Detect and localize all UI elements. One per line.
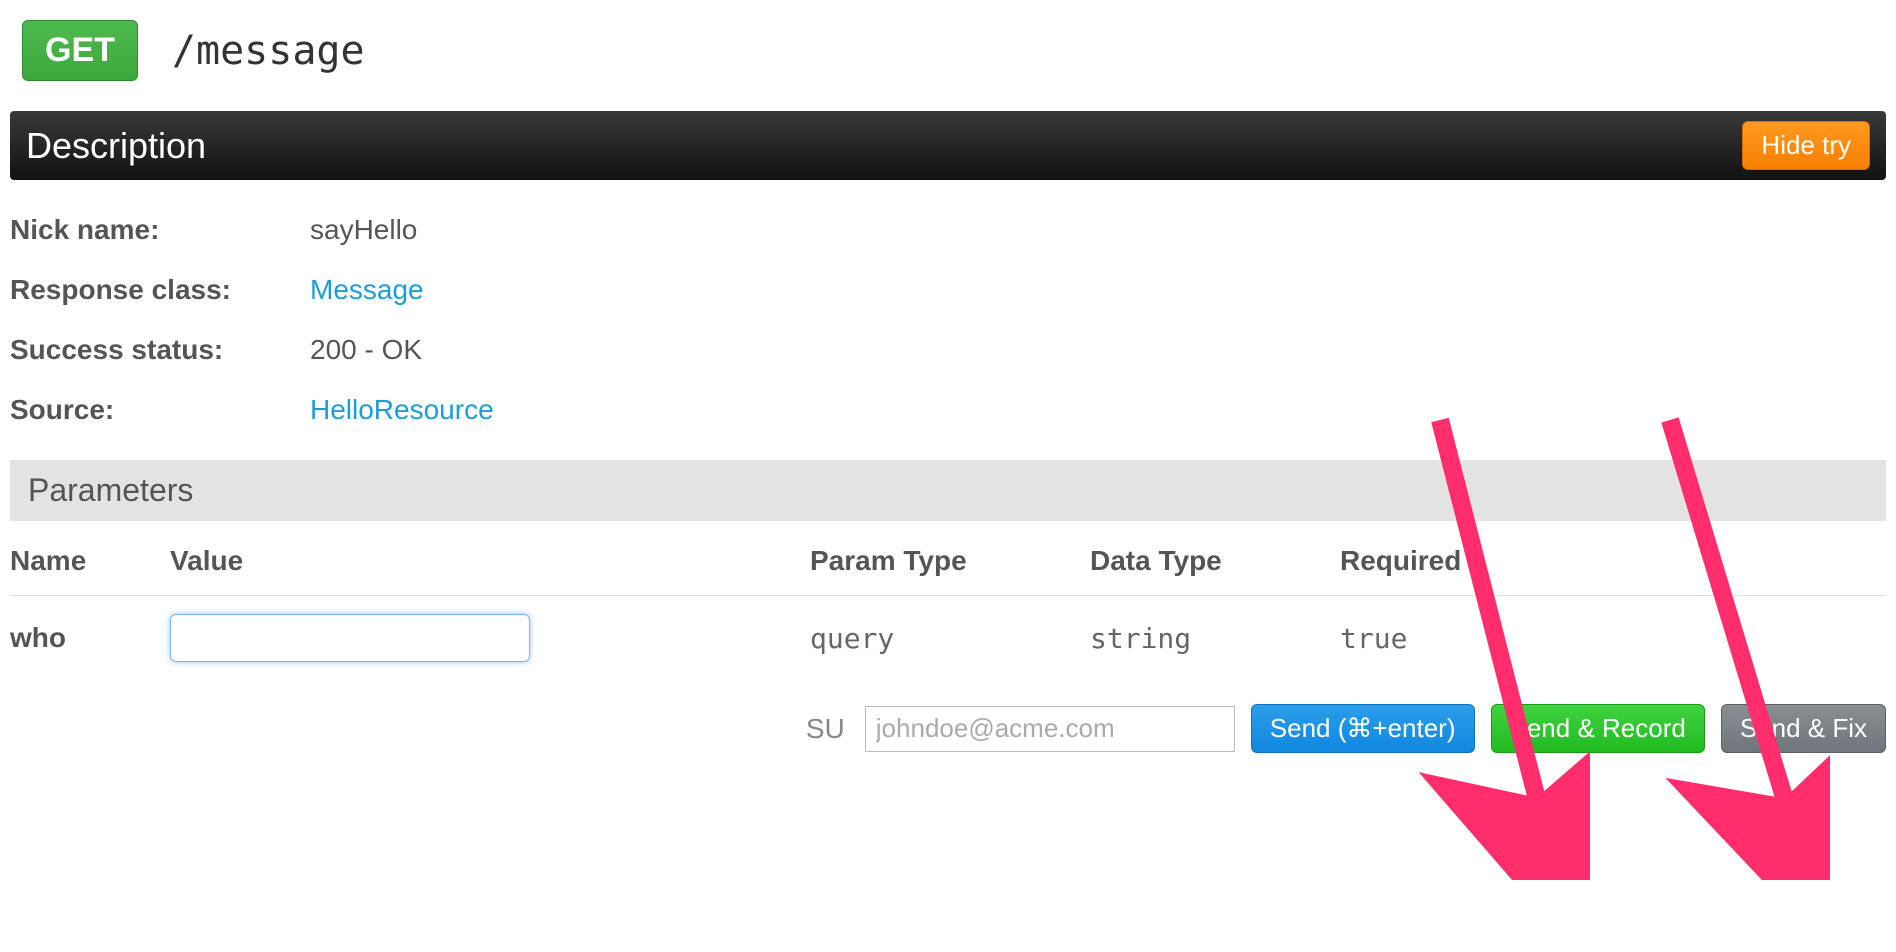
endpoint-header: GET /message xyxy=(10,0,1886,111)
param-name: who xyxy=(10,622,66,653)
success-status-label: Success status: xyxy=(10,334,310,366)
col-data-type: Data Type xyxy=(1090,527,1340,596)
hide-try-button[interactable]: Hide try xyxy=(1742,121,1870,170)
endpoint-path: /message xyxy=(172,28,365,74)
response-class-link[interactable]: Message xyxy=(310,274,424,306)
table-row: who query string true xyxy=(10,596,1886,681)
col-value: Value xyxy=(170,527,810,596)
nick-name-value: sayHello xyxy=(310,214,417,246)
col-name: Name xyxy=(10,527,170,596)
description-list: Nick name: sayHello Response class: Mess… xyxy=(10,180,1886,460)
http-method-badge: GET xyxy=(22,20,138,81)
parameters-title: Parameters xyxy=(28,472,193,508)
success-status-value: 200 - OK xyxy=(310,334,422,366)
response-class-label: Response class: xyxy=(10,274,310,306)
param-value-input[interactable] xyxy=(170,614,530,662)
action-row: SU Send (⌘+enter) Send & Record Send & F… xyxy=(10,680,1886,763)
source-link[interactable]: HelloResource xyxy=(310,394,494,426)
col-param-type: Param Type xyxy=(810,527,1090,596)
source-label: Source: xyxy=(10,394,310,426)
su-label: SU xyxy=(806,713,845,745)
data-type-value: string xyxy=(1090,596,1340,681)
send-button[interactable]: Send (⌘+enter) xyxy=(1251,704,1475,753)
su-input[interactable] xyxy=(865,706,1235,752)
parameters-section-bar: Parameters xyxy=(10,460,1886,521)
required-value: true xyxy=(1340,596,1886,681)
col-required: Required xyxy=(1340,527,1886,596)
nick-name-label: Nick name: xyxy=(10,214,310,246)
send-fix-button[interactable]: Send & Fix xyxy=(1721,704,1886,753)
send-record-button[interactable]: Send & Record xyxy=(1491,704,1705,753)
description-title: Description xyxy=(26,125,206,167)
param-type-value: query xyxy=(810,596,1090,681)
parameters-table: Name Value Param Type Data Type Required… xyxy=(10,527,1886,680)
description-section-bar: Description Hide try xyxy=(10,111,1886,180)
